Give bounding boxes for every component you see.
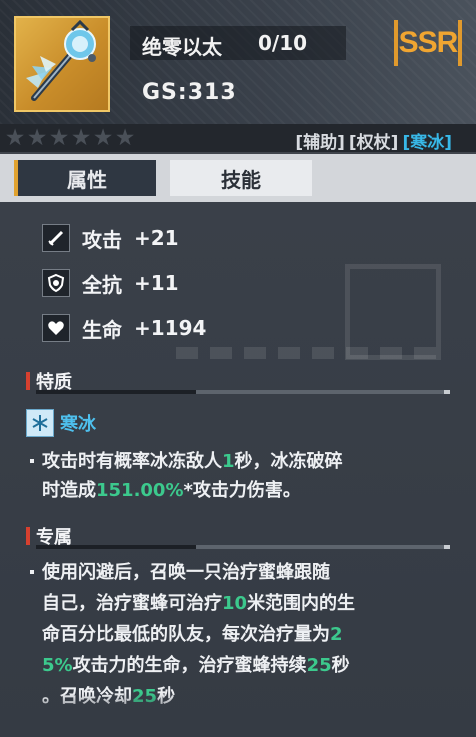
item-tags: [辅助] [权杖] [寒冰] [295,128,452,153]
background-stripe [176,347,436,359]
star-rating: ★ ★ ★ ★ ★ ★ [4,126,136,150]
desc-text: 攻击时有概率冰冻敌人 [42,451,222,472]
desc-text: 使用闪避后，召唤一只治疗蜜蜂跟随 [42,562,330,583]
tag-support: [辅助] [295,133,345,153]
shield-icon [42,269,70,297]
bullet [30,570,34,574]
stat-value: +11 [134,271,179,295]
item-level: 0/10 [258,31,308,55]
element-row: 寒冰 [26,408,96,438]
item-detail-panel: 绝零以太 0/10 GS:313 SSR ★ ★ ★ ★ ★ ★ [辅助] [权… [0,0,476,737]
desc-number: 25 [306,655,332,676]
desc-number: 151.00% [96,480,184,501]
divider-end [444,390,450,394]
desc-text: 秒，冰冻破碎 [234,451,343,472]
stat-label: 全抗 [82,272,122,297]
item-name: 绝零以太 [142,35,222,59]
desc-text: 命百分比最低的队友，每次治疗量为 [42,624,330,645]
section-divider [36,545,450,549]
trait-description: 攻击时有概率冰冻敌人1秒，冰冻破碎 时造成151.00%*攻击力伤害。 [28,447,428,505]
item-icon-frame[interactable] [14,16,110,112]
star-icon: ★ [4,125,26,151]
desc-number: 1 [222,451,235,472]
ice-staff-icon [26,19,96,101]
tab-bar: 属性 技能 [0,154,476,202]
element-name: 寒冰 [60,414,96,435]
snowflake-icon [26,409,54,437]
desc-text: 秒 [331,655,350,676]
rarity-label: SSR [398,26,459,59]
star-icon: ★ [70,125,92,151]
desc-text: *攻击力伤害。 [183,480,301,501]
gear-score: GS:313 [142,80,237,105]
stat-row-resist: 全抗 +11 [42,268,179,298]
desc-text: 自己，治疗蜜蜂可治疗 [42,593,222,614]
exclusive-description: 使用闪避后，召唤一只治疗蜜蜂跟随 自己，治疗蜜蜂可治疗10米范围内的生 命百分比… [28,557,428,712]
section-marker [26,527,30,545]
tag-ice: [寒冰] [402,133,452,153]
item-name-box: 绝零以太 0/10 [130,26,346,60]
sword-icon [42,224,70,252]
stat-row-hp: 生命 +1194 [42,313,206,343]
tab-attributes[interactable]: 属性 [14,160,156,196]
attributes-content[interactable]: 攻击 +21 全抗 +11 生命 +1194 特质 寒冰 攻击时有概率冰冻敌人1… [0,202,476,737]
divider-end [444,545,450,549]
stat-row-attack: 攻击 +21 [42,223,179,253]
section-exclusive: 专属 [26,523,450,549]
stat-value: +21 [134,226,179,250]
section-marker [26,372,30,390]
scroll-fade [0,693,476,737]
stat-value: +1194 [134,316,207,340]
star-icon: ★ [114,125,136,151]
desc-text: 攻击力的生命，治疗蜜蜂持续 [72,655,307,676]
desc-number: 10 [222,593,248,614]
rarity-badge: SSR [394,20,462,66]
star-icon: ★ [92,125,114,151]
star-icon: ★ [26,125,48,151]
section-divider [36,390,450,394]
tag-scepter: [权杖] [348,133,399,153]
stat-label: 攻击 [82,227,122,252]
star-icon: ★ [48,125,70,151]
tab-skills[interactable]: 技能 [170,160,312,196]
item-header: 绝零以太 0/10 GS:313 SSR [0,0,476,124]
section-trait: 特质 [26,368,450,394]
bullet [30,459,34,463]
heart-icon [42,314,70,342]
desc-text: 时造成 [42,480,96,501]
background-emblem [345,264,441,360]
star-tag-bar: ★ ★ ★ ★ ★ ★ [辅助] [权杖] [寒冰] [0,124,476,154]
desc-number: 5% [42,655,73,676]
desc-text: 米范围内的生 [247,593,356,614]
desc-number: 2 [330,624,343,645]
stat-label: 生命 [82,317,122,342]
